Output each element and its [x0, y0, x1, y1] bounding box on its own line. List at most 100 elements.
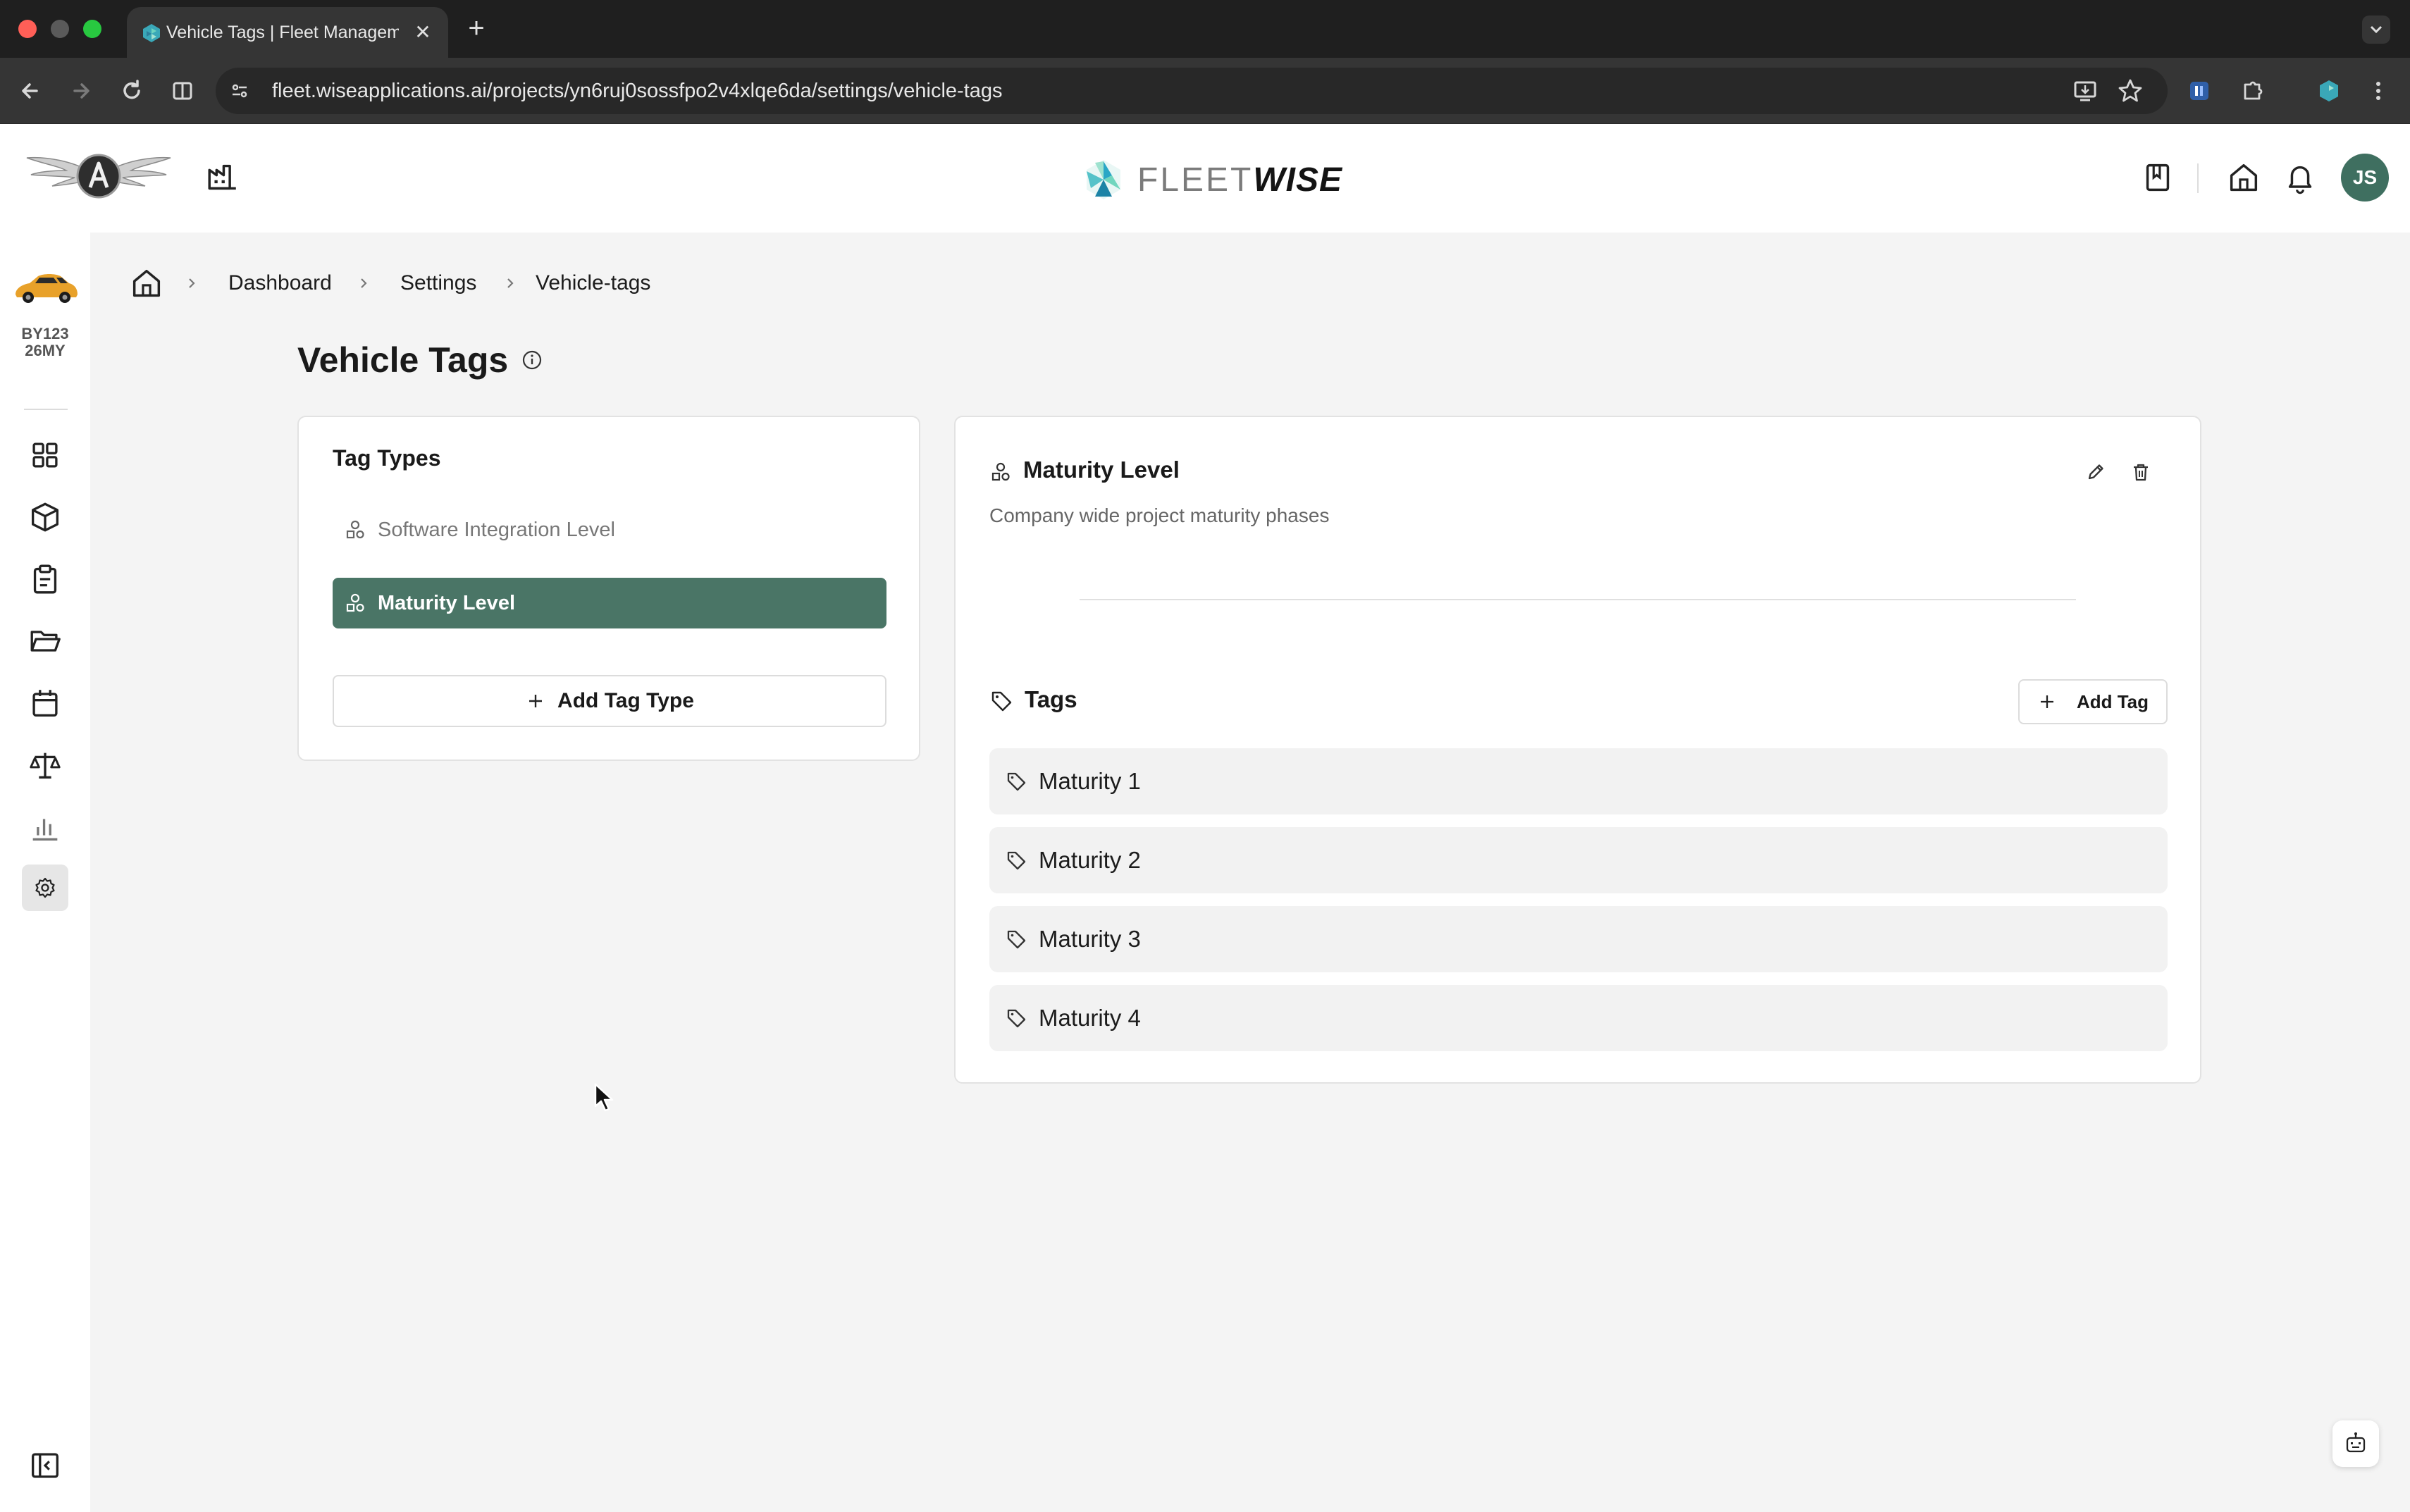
- tag-label: Maturity 1: [1039, 768, 1141, 794]
- tag-type-shapes-icon: [346, 593, 364, 612]
- tag-type-shapes-icon: [991, 462, 1010, 481]
- tag-row-maturity-2[interactable]: Maturity 2: [989, 827, 2168, 893]
- tag-icon: [991, 691, 1012, 712]
- profile-fleetwise-icon[interactable]: [2313, 75, 2345, 107]
- tag-icon: [1007, 772, 1026, 791]
- tag-type-software-integration-level[interactable]: Software Integration Level: [333, 504, 886, 555]
- fleetwise-logo[interactable]: FLEET WISE: [1081, 155, 1342, 204]
- bookmark-star-icon[interactable]: [2114, 75, 2146, 107]
- extensions-puzzle-icon[interactable]: [2237, 75, 2269, 107]
- plus-icon: [529, 695, 543, 707]
- tag-row-maturity-4[interactable]: Maturity 4: [989, 985, 2168, 1051]
- breadcrumb-home-icon[interactable]: [128, 265, 165, 302]
- sidebar-divider: [24, 409, 68, 410]
- tag-label: Maturity 4: [1039, 1005, 1141, 1031]
- tab-search-button[interactable]: [2362, 16, 2390, 44]
- tag-type-maturity-level[interactable]: Maturity Level: [333, 578, 886, 628]
- forward-arrow-icon[interactable]: [65, 75, 97, 107]
- assistant-chat-button[interactable]: [2332, 1420, 2379, 1467]
- url-text: fleet.wiseapplications.ai/projects/yn6ru…: [272, 80, 1003, 102]
- notifications-bell-icon[interactable]: [2282, 159, 2318, 196]
- tab-close-icon[interactable]: ✕: [412, 21, 434, 44]
- tag-type-label: Software Integration Level: [378, 519, 615, 541]
- breadcrumb-vehicle-tags: Vehicle-tags: [536, 271, 651, 295]
- gear-icon: [35, 877, 55, 898]
- tag-icon: [1007, 1009, 1026, 1028]
- add-tag-button[interactable]: Add Tag: [2018, 679, 2168, 724]
- logo-word-wise: WISE: [1253, 161, 1343, 199]
- vehicle-label-line2: 26MY: [25, 342, 66, 359]
- chevron-right-icon: [189, 278, 195, 288]
- tab-title: Vehicle Tags | Fleet Managem: [166, 23, 399, 42]
- robot-icon: [2346, 1432, 2366, 1453]
- reload-icon[interactable]: [116, 75, 148, 107]
- clipboard-icon[interactable]: [27, 561, 63, 597]
- browser-tab-active[interactable]: Vehicle Tags | Fleet Managem ✕: [127, 7, 448, 58]
- detail-description: Company wide project maturity phases: [989, 504, 1330, 526]
- site-settings-icon[interactable]: [228, 80, 251, 102]
- tag-label: Maturity 2: [1039, 847, 1141, 873]
- info-icon[interactable]: [520, 348, 544, 372]
- tags-heading: Tags: [1025, 686, 1077, 712]
- mouse-cursor-icon: [594, 1083, 614, 1112]
- vehicle-car-image[interactable]: [11, 268, 80, 307]
- dashboard-icon[interactable]: [27, 437, 63, 473]
- plus-icon: [2040, 695, 2053, 708]
- company-winged-logo[interactable]: [24, 147, 173, 202]
- factory-icon[interactable]: [204, 158, 241, 194]
- browser-tab-strip: Vehicle Tags | Fleet Managem ✕ +: [0, 0, 2410, 58]
- header-divider: [2197, 163, 2199, 193]
- tag-icon: [1007, 930, 1026, 949]
- home-icon[interactable]: [2225, 159, 2262, 196]
- back-arrow-icon[interactable]: [14, 75, 47, 107]
- chevron-right-icon: [361, 278, 367, 288]
- edit-pencil-icon[interactable]: [2083, 459, 2108, 485]
- user-avatar[interactable]: JS: [2341, 154, 2389, 202]
- fleetwise-favicon-icon: [143, 24, 160, 42]
- bar-chart-icon[interactable]: [27, 809, 63, 845]
- tag-type-shapes-icon: [346, 520, 364, 539]
- logo-word-fleet: FLEET: [1137, 161, 1254, 199]
- folder-icon[interactable]: [27, 623, 63, 659]
- breadcrumb-settings[interactable]: Settings: [400, 269, 476, 297]
- tag-type-label: Maturity Level: [378, 592, 515, 614]
- add-tag-label: Add Tag: [2076, 690, 2149, 712]
- tag-icon: [1007, 851, 1026, 870]
- page-title: Vehicle Tags: [297, 340, 509, 380]
- close-window-button[interactable]: [18, 20, 37, 38]
- chevron-right-icon: [507, 278, 514, 288]
- new-tab-icon[interactable]: +: [462, 14, 490, 42]
- tag-row-maturity-1[interactable]: Maturity 1: [989, 748, 2168, 814]
- tag-label: Maturity 3: [1039, 926, 1141, 952]
- cube-icon[interactable]: [27, 499, 63, 535]
- tag-types-card: Tag Types Software Integration Level Mat…: [297, 416, 920, 761]
- tag-row-maturity-3[interactable]: Maturity 3: [989, 906, 2168, 972]
- detail-title: Maturity Level: [1023, 457, 1180, 483]
- tag-type-detail-card: Maturity Level Company wide project matu…: [954, 416, 2201, 1084]
- browser-menu-icon[interactable]: [2362, 75, 2394, 107]
- collapse-sidebar-icon[interactable]: [27, 1447, 63, 1484]
- chevron-down-icon: [2370, 25, 2383, 34]
- scale-icon[interactable]: [27, 747, 63, 783]
- breadcrumb-dashboard[interactable]: Dashboard: [228, 269, 332, 297]
- tag-types-heading: Tag Types: [333, 445, 441, 471]
- sidebar-item-settings[interactable]: [22, 865, 68, 911]
- vehicle-label-line1: BY123: [21, 325, 69, 342]
- app-header: FLEET WISE JS: [0, 124, 2410, 233]
- extension-blue-icon[interactable]: [2183, 75, 2216, 107]
- install-app-icon[interactable]: [2069, 75, 2101, 107]
- main-content: Dashboard Settings Vehicle-tags Vehicle …: [90, 233, 2410, 1512]
- address-bar[interactable]: fleet.wiseapplications.ai/projects/yn6ru…: [216, 68, 2168, 114]
- detail-divider: [1080, 599, 2076, 600]
- maximize-window-button[interactable]: [83, 20, 101, 38]
- delete-trash-icon[interactable]: [2128, 459, 2153, 485]
- add-tag-type-button[interactable]: Add Tag Type: [333, 675, 886, 727]
- add-tag-type-label: Add Tag Type: [557, 689, 694, 712]
- minimize-window-button[interactable]: [51, 20, 69, 38]
- bookmark-book-icon[interactable]: [2139, 159, 2176, 196]
- calendar-icon[interactable]: [27, 685, 63, 721]
- sidebar: BY123 26MY: [0, 233, 90, 1512]
- fleetwise-logo-mark-icon: [1087, 160, 1120, 199]
- split-view-icon[interactable]: [166, 75, 199, 107]
- vehicle-label: BY123 26MY: [0, 326, 90, 359]
